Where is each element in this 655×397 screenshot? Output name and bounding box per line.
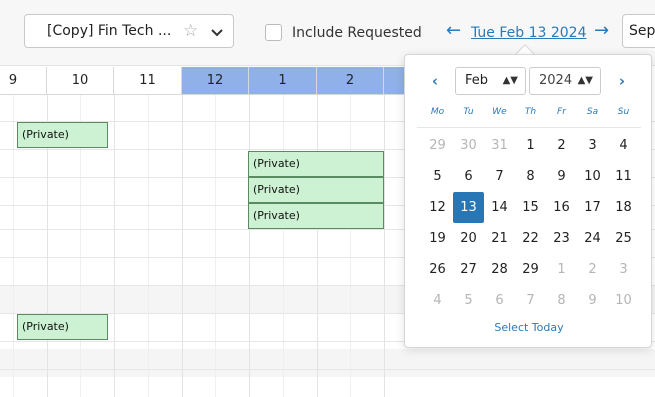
hour-header-11: 11 — [114, 67, 182, 95]
calendar-day-selected[interactable]: 13 — [453, 192, 484, 223]
weekday-label: Th — [524, 107, 537, 117]
calendar-day[interactable]: 11 — [608, 161, 639, 192]
view-select[interactable]: Sep — [622, 14, 655, 48]
calendar-day[interactable]: 5 — [453, 285, 484, 316]
grid-row-band — [0, 349, 655, 377]
select-today-link[interactable]: Select Today — [405, 321, 653, 334]
hour-header-12: 12 — [182, 67, 249, 95]
calendar-event[interactable]: (Private) — [248, 177, 384, 203]
weekday-separator — [417, 127, 641, 128]
grid-line — [350, 95, 351, 397]
include-requested-label: Include Requested — [292, 25, 422, 41]
weekday-label: Su — [617, 107, 630, 117]
star-icon[interactable]: ☆ — [183, 22, 198, 40]
grid-line — [182, 95, 183, 397]
next-day-arrow-icon[interactable]: → — [594, 21, 609, 41]
calendar-day[interactable]: 22 — [515, 223, 546, 254]
schedule-select-value: [Copy] Fin Tech ... — [47, 23, 171, 39]
year-select-value: 2024 — [539, 73, 573, 88]
calendar-day[interactable]: 26 — [422, 254, 453, 285]
calendar-day[interactable]: 29 — [515, 254, 546, 285]
schedule-select[interactable]: [Copy] Fin Tech ... ☆ — [24, 14, 234, 48]
calendar-day[interactable]: 8 — [546, 285, 577, 316]
calendar-day[interactable]: 7 — [484, 161, 515, 192]
weekday-label: Tu — [463, 107, 474, 117]
calendar-day[interactable]: 5 — [422, 161, 453, 192]
grid-line — [114, 95, 115, 397]
calendar-day[interactable]: 24 — [577, 223, 608, 254]
hour-header-10: 10 — [47, 67, 114, 95]
hour-header-9: 9 — [0, 67, 47, 95]
previous-day-arrow-icon[interactable]: ← — [446, 21, 461, 41]
calendar-day[interactable]: 8 — [515, 161, 546, 192]
weekday-label: We — [492, 107, 507, 117]
calendar-day[interactable]: 18 — [608, 192, 639, 223]
calendar-day[interactable]: 10 — [577, 161, 608, 192]
calendar-day[interactable]: 19 — [422, 223, 453, 254]
include-requested-checkbox[interactable] — [265, 24, 282, 41]
calendar-day[interactable]: 12 — [422, 192, 453, 223]
calendar-day[interactable]: 10 — [608, 285, 639, 316]
calendar-event[interactable]: (Private) — [17, 314, 108, 340]
calendar-day[interactable]: 4 — [608, 130, 639, 161]
previous-month-icon[interactable]: ‹ — [423, 67, 447, 95]
calendar-day[interactable]: 15 — [515, 192, 546, 223]
calendar-day[interactable]: 17 — [577, 192, 608, 223]
calendar-day[interactable]: 16 — [546, 192, 577, 223]
updown-arrows-icon: ▲▼ — [577, 75, 593, 86]
calendar-day[interactable]: 1 — [515, 130, 546, 161]
calendar-day[interactable]: 2 — [546, 130, 577, 161]
month-select[interactable]: Feb ▲▼ — [455, 67, 526, 95]
calendar-day[interactable]: 21 — [484, 223, 515, 254]
calendar-day[interactable]: 28 — [484, 254, 515, 285]
calendar-day[interactable]: 29 — [422, 130, 453, 161]
grid-line — [0, 369, 655, 370]
calendar-day[interactable]: 25 — [608, 223, 639, 254]
weekday-label: Sa — [586, 107, 599, 117]
next-month-icon[interactable]: › — [610, 67, 634, 95]
calendar-day[interactable]: 9 — [546, 161, 577, 192]
hour-header-1: 1 — [249, 67, 317, 95]
calendar-day[interactable]: 1 — [546, 254, 577, 285]
calendar-day[interactable]: 23 — [546, 223, 577, 254]
calendar-event[interactable]: (Private) — [17, 122, 108, 148]
weekday-label: Fr — [557, 107, 566, 117]
current-date-link[interactable]: Tue Feb 13 2024 — [471, 24, 587, 42]
grid-line — [283, 95, 284, 397]
grid-line — [13, 95, 14, 397]
calendar-day[interactable]: 6 — [453, 161, 484, 192]
year-select[interactable]: 2024 ▲▼ — [529, 67, 601, 95]
grid-line — [215, 95, 216, 397]
calendar-day[interactable]: 31 — [484, 130, 515, 161]
grid-line — [317, 95, 318, 397]
calendar-day[interactable]: 2 — [577, 254, 608, 285]
calendar-day[interactable]: 27 — [453, 254, 484, 285]
calendar-day[interactable]: 14 — [484, 192, 515, 223]
view-select-value: Sep — [629, 23, 655, 39]
calendar-day[interactable]: 3 — [577, 130, 608, 161]
calendar-day[interactable]: 6 — [484, 285, 515, 316]
calendar-day[interactable]: 3 — [608, 254, 639, 285]
grid-line — [148, 95, 149, 397]
updown-arrows-icon: ▲▼ — [502, 75, 518, 86]
hour-header-2: 2 — [317, 67, 384, 95]
grid-line — [249, 95, 250, 397]
calendar-day[interactable]: 30 — [453, 130, 484, 161]
calendar-day[interactable]: 20 — [453, 223, 484, 254]
month-select-value: Feb — [465, 73, 489, 88]
weekday-label: Mo — [430, 107, 445, 117]
chevron-down-icon[interactable] — [208, 23, 226, 41]
grid-line — [384, 95, 385, 397]
calendar-event[interactable]: (Private) — [248, 203, 384, 229]
calendar-day[interactable]: 7 — [515, 285, 546, 316]
calendar-day[interactable]: 4 — [422, 285, 453, 316]
calendar-day[interactable]: 9 — [577, 285, 608, 316]
calendar-event[interactable]: (Private) — [248, 151, 384, 177]
datepicker-popup: ‹ Feb ▲▼ 2024 ▲▼ › Mo Tu We Th Fr Sa Su 29 30 31… — [404, 54, 652, 348]
